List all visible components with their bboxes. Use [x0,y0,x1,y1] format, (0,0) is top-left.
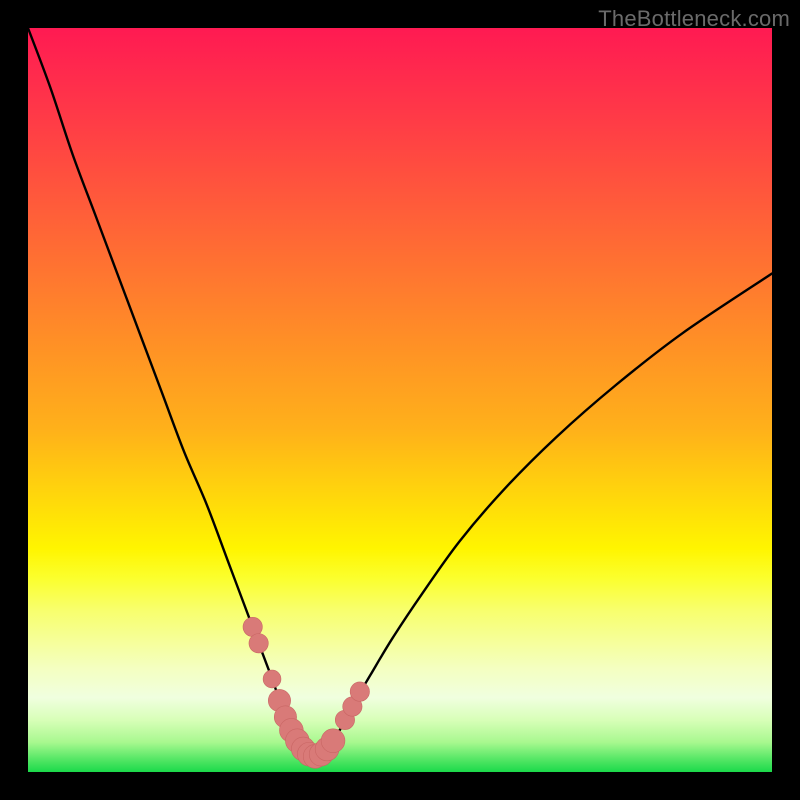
curve-marker [249,634,268,653]
curve-markers [243,617,369,768]
curve-marker [263,670,281,688]
curve-layer [28,28,772,772]
bottleneck-curve [28,28,772,757]
outer-frame: TheBottleneck.com [0,0,800,800]
watermark-text: TheBottleneck.com [598,6,790,32]
curve-marker [350,682,369,701]
curve-marker [321,729,345,753]
